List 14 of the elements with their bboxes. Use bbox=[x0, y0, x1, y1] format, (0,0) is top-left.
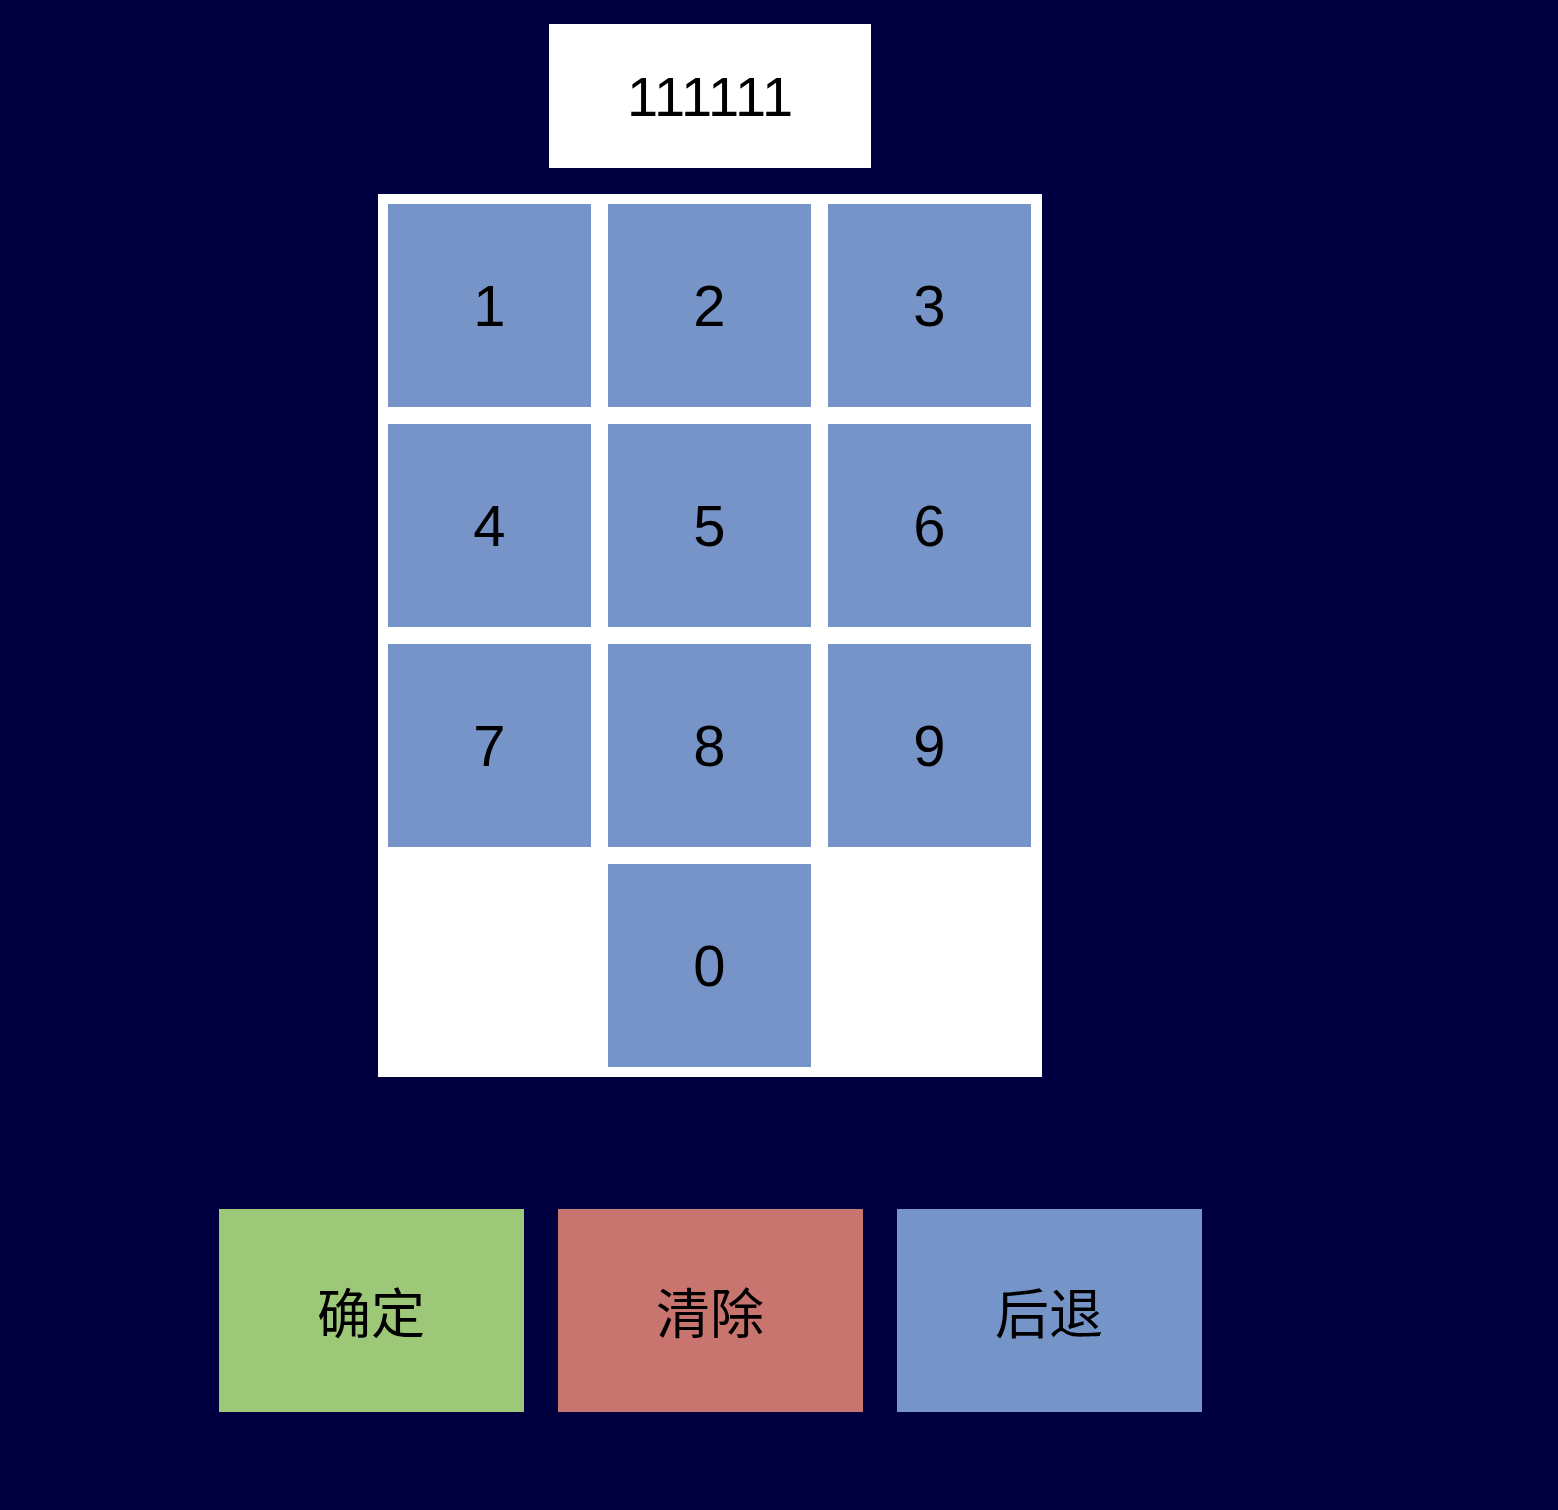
digit-key[interactable]: 5 bbox=[608, 424, 811, 627]
digit-key[interactable]: 8 bbox=[608, 644, 811, 847]
digit-key[interactable]: 7 bbox=[388, 644, 591, 847]
digit-key[interactable]: 6 bbox=[828, 424, 1031, 627]
action-button[interactable]: 清除 bbox=[557, 1209, 863, 1412]
action-button[interactable]: 确定 bbox=[218, 1209, 524, 1412]
action-button[interactable]: 后退 bbox=[896, 1209, 1202, 1412]
digit-key[interactable]: 1 bbox=[388, 204, 591, 407]
digit-key[interactable]: 2 bbox=[608, 204, 811, 407]
digit-key[interactable]: 4 bbox=[388, 424, 591, 627]
digit-key[interactable]: 9 bbox=[828, 644, 1031, 847]
digit-key[interactable]: 0 bbox=[608, 864, 811, 1067]
code-display: 111111 bbox=[549, 24, 871, 168]
digit-key[interactable]: 3 bbox=[828, 204, 1031, 407]
